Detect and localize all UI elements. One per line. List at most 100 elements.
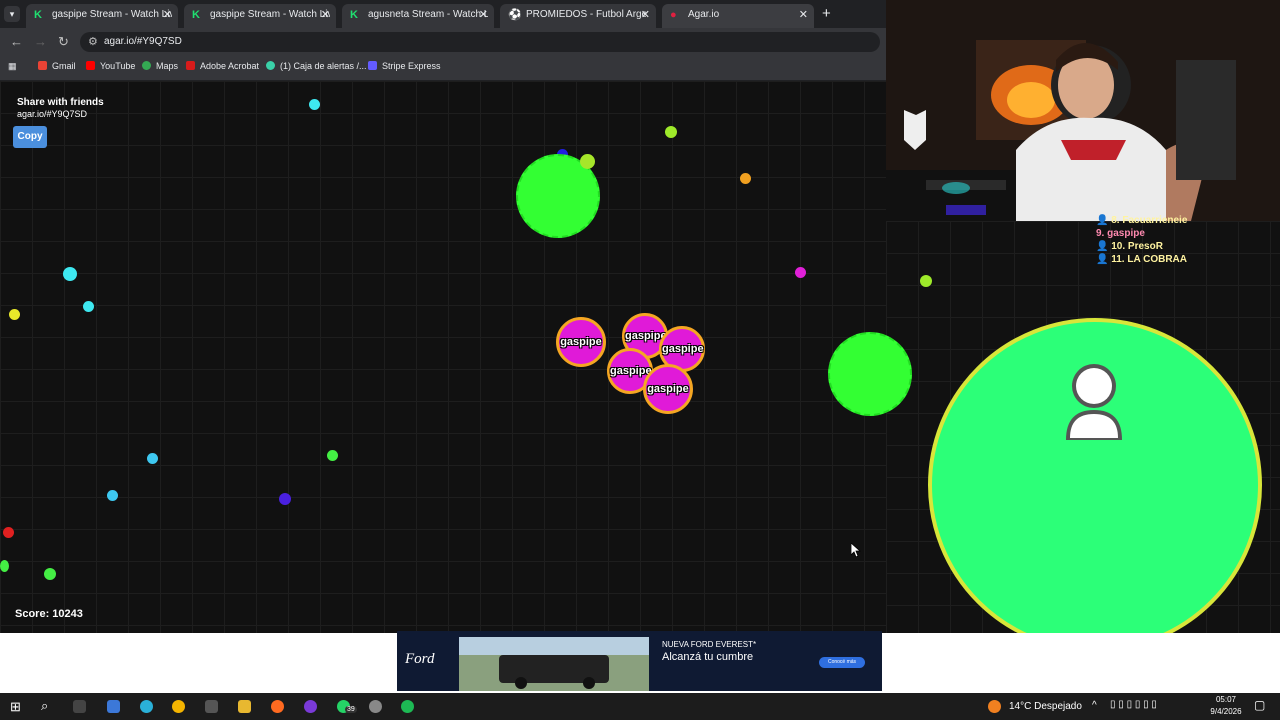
- edge-icon[interactable]: [140, 700, 153, 713]
- tray-chevron-icon[interactable]: ^: [1092, 700, 1097, 711]
- weather-text[interactable]: 14°C Despejado: [1009, 701, 1082, 712]
- food-pellet: [279, 493, 291, 505]
- bookmark-alertas[interactable]: (1) Caja de alertas /...: [266, 61, 367, 71]
- ford-logo: Ford: [405, 651, 435, 667]
- tab-search-button[interactable]: ▾: [4, 6, 20, 22]
- food-pellet: [3, 527, 14, 538]
- youtube-icon: [86, 61, 95, 70]
- site-info-icon[interactable]: ⚙: [88, 35, 98, 48]
- tab-agario[interactable]: ● Agar.io ✕: [662, 4, 814, 28]
- food-pellet: [580, 154, 595, 169]
- bookmark-label: Gmail: [52, 61, 76, 71]
- player-cell: gaspipe: [643, 364, 693, 414]
- leaderboard-name: 9. gaspipe: [1096, 228, 1145, 239]
- clock-time[interactable]: 05:07: [1208, 695, 1244, 704]
- food-pellet: [0, 560, 9, 572]
- leaderboard-entry: 👤 8. Facuarrieneie: [1096, 215, 1188, 226]
- bookmark-label: Maps: [156, 61, 179, 71]
- browser-toolbar: ← → ↻ ⚙ agar.io/#Y9Q7SD: [0, 28, 886, 56]
- score-display: Score: 10243: [15, 608, 83, 620]
- bookmark-label: YouTube: [100, 61, 136, 71]
- tab-kick-2[interactable]: K gaspipe Stream - Watch Live on ✕: [184, 4, 336, 28]
- close-icon[interactable]: ✕: [321, 8, 330, 21]
- apps-icon[interactable]: ▦: [8, 61, 17, 72]
- firefox-icon[interactable]: [271, 700, 284, 713]
- whatsapp-badge: 39: [345, 706, 357, 713]
- tab-label: gaspipe Stream - Watch Live on: [52, 9, 172, 20]
- food-pellet: [327, 450, 338, 461]
- bookmark-maps[interactable]: Maps: [142, 61, 178, 71]
- food-pellet: [665, 126, 677, 138]
- back-icon[interactable]: ←: [10, 34, 23, 49]
- tab-label: Agar.io: [688, 9, 720, 20]
- address-bar[interactable]: ⚙ agar.io/#Y9Q7SD: [80, 32, 880, 52]
- task-view-icon[interactable]: [73, 700, 86, 713]
- game-canvas[interactable]: [0, 81, 886, 633]
- ford-ad[interactable]: Ford NUEVA FORD EVEREST* Alcanzá tu cumb…: [397, 631, 882, 691]
- tab-label: gaspipe Stream - Watch Live on: [210, 9, 330, 20]
- tab-promiedos[interactable]: ⚽ PROMIEDOS - Futbol Argentino ✕: [500, 4, 656, 28]
- tab-label: agusneta Stream - Watch Live o: [368, 9, 488, 20]
- kick-icon: K: [192, 9, 200, 21]
- close-icon[interactable]: ✕: [163, 8, 172, 21]
- store-icon[interactable]: [205, 700, 218, 713]
- file-explorer-icon[interactable]: [238, 700, 251, 713]
- close-icon[interactable]: ✕: [479, 8, 488, 21]
- food-pellet: [309, 99, 320, 110]
- player-cell: gaspipe: [556, 317, 606, 367]
- new-tab-button[interactable]: +: [822, 5, 831, 22]
- obs-icon[interactable]: [369, 700, 382, 713]
- leaderboard-entry: 👤 10. PresoR: [1096, 241, 1163, 252]
- user-avatar-icon: [1066, 364, 1122, 440]
- copy-button[interactable]: Copy: [13, 126, 47, 148]
- discord-icon[interactable]: [304, 700, 317, 713]
- kick-icon: K: [350, 9, 358, 21]
- alert-box-icon: [266, 61, 275, 70]
- chrome-icon[interactable]: [172, 700, 185, 713]
- clock-date[interactable]: 9/4/2026: [1204, 707, 1248, 716]
- leaderboard-name: 11. LA COBRAA: [1111, 254, 1187, 265]
- close-icon[interactable]: ✕: [799, 8, 808, 21]
- tab-kick-1[interactable]: K gaspipe Stream - Watch Live on ✕: [26, 4, 178, 28]
- food-pellet: [9, 309, 20, 320]
- bookmark-gmail[interactable]: Gmail: [38, 61, 76, 71]
- maps-icon: [142, 61, 151, 70]
- notification-icon[interactable]: ▢: [1254, 698, 1265, 712]
- food-pellet: [44, 568, 56, 580]
- spotify-icon[interactable]: [401, 700, 414, 713]
- webcam-overlay: [886, 0, 1280, 221]
- food-pellet: [107, 490, 118, 501]
- bookmark-youtube[interactable]: YouTube: [86, 61, 135, 71]
- agar-icon: ●: [670, 9, 677, 21]
- car-image: [459, 637, 649, 691]
- ad-tagline: Alcanzá tu cumbre: [662, 651, 754, 663]
- windows-start-icon[interactable]: ⊞: [10, 699, 21, 715]
- bookmark-stripe[interactable]: Stripe Express: [368, 61, 441, 71]
- food-pellet: [920, 275, 932, 287]
- weather-icon: [988, 700, 1001, 713]
- cursor-icon: [851, 543, 861, 557]
- food-pellet: [83, 301, 94, 312]
- gmail-icon: [38, 61, 47, 70]
- forward-icon[interactable]: →: [34, 34, 47, 49]
- tab-kick-3[interactable]: K agusneta Stream - Watch Live o ✕: [342, 4, 494, 28]
- bookmarks-bar: ▦ Gmail YouTube Maps Adobe Acrobat (1) C…: [0, 56, 886, 81]
- leaderboard-entry-self: 9. gaspipe: [1096, 227, 1187, 240]
- ad-headline: NUEVA FORD EVEREST*: [662, 640, 757, 649]
- stripe-icon: [368, 61, 377, 70]
- food-pellet: [740, 173, 751, 184]
- bookmark-label: Adobe Acrobat: [200, 61, 260, 71]
- copilot-icon[interactable]: [107, 700, 120, 713]
- url-text: agar.io/#Y9Q7SD: [104, 36, 182, 47]
- reload-icon[interactable]: ↻: [58, 34, 69, 50]
- close-icon[interactable]: ✕: [641, 8, 650, 21]
- tray-icons[interactable]: ▯ ▯ ▯ ▯ ▯ ▯: [1110, 699, 1157, 710]
- streamer-webcam-image: [886, 0, 1280, 221]
- promiedos-icon: ⚽: [508, 9, 522, 21]
- virus: [828, 332, 912, 416]
- bookmark-acrobat[interactable]: Adobe Acrobat: [186, 61, 259, 71]
- search-icon[interactable]: ⌕: [41, 698, 48, 714]
- ad-cta-button[interactable]: Conocé más: [819, 657, 865, 668]
- leaderboard-name: 8. Facuarrieneie: [1111, 215, 1188, 226]
- acrobat-icon: [186, 61, 195, 70]
